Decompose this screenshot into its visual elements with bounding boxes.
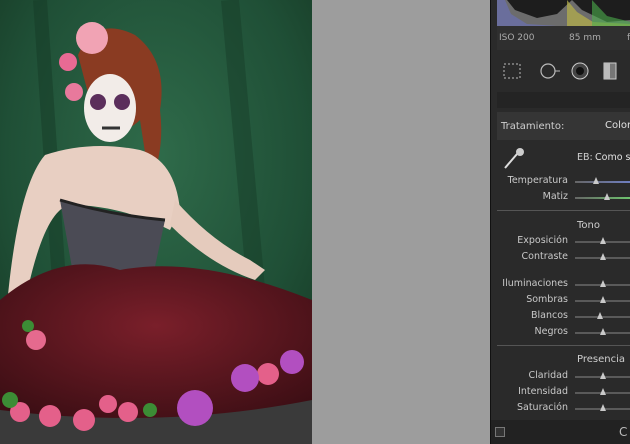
develop-panel: ISO 200 85 mm f Tratamiento: Color EB: C… [490, 0, 630, 444]
bottom-label: C [619, 425, 628, 439]
slider-label-temperatura: Temperatura [507, 175, 568, 186]
tone-header: Tono [577, 220, 600, 231]
slider-label-saturación: Saturación [516, 402, 568, 413]
treatment-label: Tratamiento: [501, 121, 565, 132]
toggle-switch[interactable] [495, 427, 505, 437]
histogram-graph [497, 0, 630, 26]
slider-label-iluminaciones: Iluminaciones [502, 278, 568, 289]
wb-select[interactable]: Como s [595, 152, 630, 163]
canvas-background [312, 0, 490, 444]
spacer-bar [497, 92, 630, 108]
eyedropper-icon[interactable] [501, 146, 527, 174]
slider-label-claridad: Claridad [528, 370, 568, 381]
slider-label-sombras: Sombras [526, 294, 568, 305]
slider-knob[interactable] [600, 296, 606, 303]
iso-readout: ISO 200 [499, 33, 535, 43]
slider-knob[interactable] [600, 328, 606, 335]
slider-track[interactable] [575, 181, 630, 183]
slider-knob[interactable] [600, 388, 606, 395]
presence-header: Presencia [577, 354, 626, 365]
divider [497, 345, 630, 346]
spot-removal-icon[interactable] [539, 60, 561, 82]
crop-icon[interactable] [501, 60, 523, 82]
wb-label: EB: [577, 152, 593, 163]
treatment-row: Tratamiento: Color [497, 112, 630, 140]
bottom-bar: C [491, 420, 630, 444]
slider-knob[interactable] [600, 237, 606, 244]
graduated-filter-icon[interactable] [599, 60, 621, 82]
slider-knob[interactable] [604, 193, 610, 200]
treatment-color-option[interactable]: Color [605, 120, 630, 131]
red-eye-icon[interactable] [569, 60, 591, 82]
photo-preview[interactable] [0, 0, 312, 444]
focal-readout: 85 mm [569, 33, 601, 43]
slider-knob[interactable] [600, 372, 606, 379]
slider-knob[interactable] [600, 404, 606, 411]
divider [497, 210, 630, 211]
slider-label-matiz: Matiz [542, 191, 568, 202]
slider-knob[interactable] [593, 177, 599, 184]
slider-label-intensidad: Intensidad [518, 386, 568, 397]
slider-label-blancos: Blancos [531, 310, 568, 321]
slider-label-negros: Negros [534, 326, 568, 337]
slider-track[interactable] [575, 197, 630, 199]
slider-knob[interactable] [600, 253, 606, 260]
slider-knob[interactable] [597, 312, 603, 319]
slider-label-exposición: Exposición [517, 235, 568, 246]
histogram [497, 0, 630, 26]
slider-knob[interactable] [600, 280, 606, 287]
portrait-image [0, 0, 312, 444]
slider-label-contraste: Contraste [521, 251, 568, 262]
